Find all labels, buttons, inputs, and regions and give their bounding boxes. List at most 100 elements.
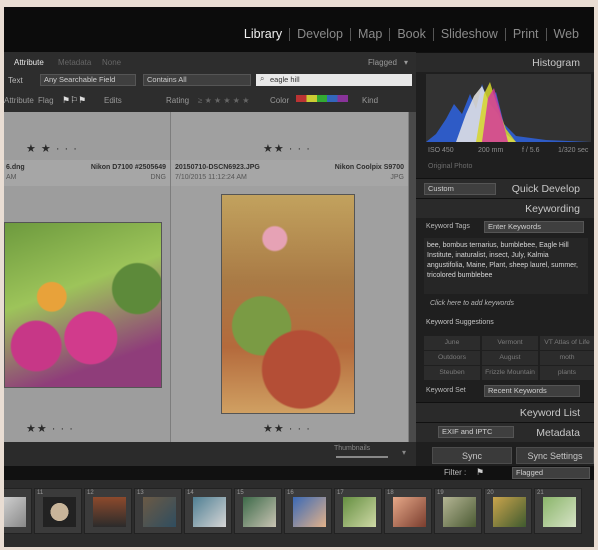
keyword-set-select[interactable]: Recent Keywords [484, 385, 580, 397]
metadata-preset-select[interactable]: EXIF and IPTC [438, 426, 514, 438]
filmstrip-filter-label: Filter : [444, 468, 467, 477]
text-filter-row: Text Any Searchable Field Contains All e… [4, 72, 416, 88]
sync-button[interactable]: Sync [432, 447, 512, 464]
filmstrip-thumb[interactable]: 17 [334, 488, 382, 534]
cell-date: 7/10/2015 11:12:24 AM [175, 174, 247, 181]
tab-attribute[interactable]: Attribute [14, 58, 44, 67]
keyword-suggestion[interactable]: Steuben [424, 366, 480, 380]
searchable-field-select[interactable]: Any Searchable Field [40, 74, 136, 86]
color-label-swatches[interactable] [296, 95, 348, 102]
keyword-suggestion[interactable]: Outdoors [424, 351, 480, 365]
cell-ext: DNG [150, 174, 166, 181]
filmstrip-thumb[interactable]: 16 [284, 488, 332, 534]
module-develop[interactable]: Develop [289, 28, 350, 41]
rating-stars-filter[interactable]: ≥ ★ ★ ★ ★ ★ [198, 96, 249, 105]
keyword-suggestion[interactable]: Vermont [482, 336, 538, 350]
quick-develop-title: Quick Develop [511, 183, 580, 195]
keyword-set-label: Keyword Set [426, 387, 466, 394]
keywording-title: Keywording [525, 203, 580, 215]
filter-tabs-row: Attribute Metadata None Flagged ▾ [4, 54, 416, 70]
attribute-filter-row: Attribute Flag ⚑⚐⚑ Edits Rating ≥ ★ ★ ★ … [4, 92, 416, 108]
text-filter-label: Text [8, 75, 23, 85]
grid-scrollbar[interactable] [409, 112, 416, 442]
module-map[interactable]: Map [350, 28, 389, 41]
keyword-suggestion[interactable]: Frizzle Mountain [482, 366, 538, 380]
grid-cell-right[interactable]: ★★ · · · 20150710-DSCN6923.JPG Nikon Coo… [171, 112, 409, 442]
filmstrip-thumb[interactable]: 15 [234, 488, 282, 534]
shutter-value: 1/320 sec [558, 147, 589, 154]
rating-stars-left[interactable]: ★★ · · · [26, 422, 74, 435]
keyword-suggestion[interactable]: June [424, 336, 480, 350]
flag-icons[interactable]: ⚑⚐⚑ [62, 95, 86, 106]
grid-cell-left[interactable]: 6.dng Nikon D7100 #2505649 AM DNG ★ ★ · … [4, 112, 171, 442]
module-slideshow[interactable]: Slideshow [432, 28, 505, 41]
module-library[interactable]: Library [237, 28, 289, 41]
rating-stars-top-right[interactable]: ★★ · · · [263, 142, 311, 155]
keyword-suggestion[interactable]: VT Atlas of Life [540, 336, 594, 350]
filmstrip-thumb[interactable]: 13 [134, 488, 182, 534]
sync-settings-button[interactable]: Sync Settings [516, 447, 594, 464]
cell-time: AM [6, 174, 17, 181]
thumbnail-size-slider[interactable] [336, 456, 388, 458]
search-input[interactable]: eagle hill [256, 74, 412, 86]
kind-label: Kind [362, 95, 379, 105]
keyword-suggestion[interactable]: plants [540, 366, 594, 380]
keywords-text-area[interactable]: bee, bombus ternarius, bumblebee, Eagle … [424, 238, 588, 294]
add-keywords-hint[interactable]: Click here to add keywords [430, 300, 514, 307]
module-picker: Library Develop Map Book Slideshow Print… [4, 7, 594, 52]
module-print[interactable]: Print [504, 28, 546, 41]
flag-label: Flag [38, 95, 54, 105]
keyword-tags-select[interactable]: Enter Keywords [484, 221, 584, 233]
rating-stars-right[interactable]: ★★ · · · [263, 422, 311, 435]
filmstrip-thumb[interactable]: 12 [84, 488, 132, 534]
filmstrip-filter-bar: Filter : ⚑ Flagged [4, 466, 594, 480]
cell-filename: 6.dng [6, 164, 25, 171]
quick-develop-preset-select[interactable]: Custom [424, 183, 496, 195]
lock-icon[interactable]: ▾ [404, 58, 408, 67]
cell-filename: 20150710-DSCN6923.JPG [175, 164, 260, 171]
cell-camera: Nikon Coolpix S9700 [334, 164, 404, 171]
focal-length-value: 200 mm [478, 147, 504, 154]
filter-preset-flagged[interactable]: Flagged [368, 58, 397, 67]
filmstrip-thumb[interactable]: 20 [484, 488, 532, 534]
right-panel: Histogram ISO 450 200 mm f / 5.6 1/320 s… [416, 52, 594, 466]
toolbar-menu-icon[interactable]: ▾ [402, 448, 406, 457]
plant-photo-thumbnail[interactable] [221, 194, 355, 414]
histogram-header[interactable]: Histogram [416, 52, 594, 72]
tab-none[interactable]: None [102, 58, 121, 67]
iso-value: ISO 450 [428, 147, 454, 154]
histogram-curve [426, 82, 591, 142]
bee-photo-thumbnail[interactable] [4, 222, 162, 388]
cell-camera: Nikon D7100 #2505649 [90, 164, 166, 171]
keyword-tags-label: Keyword Tags [426, 223, 470, 230]
flag-filter-icon[interactable]: ⚑ [476, 467, 484, 478]
histogram-title: Histogram [532, 57, 580, 69]
tab-metadata[interactable]: Metadata [58, 58, 91, 67]
module-web[interactable]: Web [545, 28, 586, 41]
filmstrip-filter-select[interactable]: Flagged [512, 467, 590, 479]
keywording-header[interactable]: Keywording [416, 198, 594, 218]
search-icon: ⌕ [260, 74, 265, 83]
filmstrip-thumb[interactable]: 19 [434, 488, 482, 534]
rating-stars-top-left[interactable]: ★ ★ · · · [26, 142, 78, 155]
filmstrip-thumb[interactable]: 21 [534, 488, 582, 534]
grid-toolbar: Thumbnails ▾ [4, 442, 416, 466]
attribute-label: Attribute [4, 95, 34, 105]
filmstrip-thumb[interactable]: 18 [384, 488, 432, 534]
keyword-suggestion[interactable]: moth [540, 351, 594, 365]
lightroom-window: Library Develop Map Book Slideshow Print… [4, 7, 594, 547]
library-filter-bar: Attribute Metadata None Flagged ▾ Text A… [4, 52, 416, 112]
module-book[interactable]: Book [389, 28, 433, 41]
keyword-suggestion[interactable]: August [482, 351, 538, 365]
filmstrip-thumb[interactable] [4, 488, 32, 534]
original-photo-label: Original Photo [428, 163, 473, 170]
rule-select[interactable]: Contains All [143, 74, 251, 86]
filmstrip: 11 12 13 14 15 16 17 18 19 20 21 [4, 480, 594, 547]
keyword-list-header[interactable]: Keyword List [416, 402, 594, 422]
edits-label: Edits [104, 95, 122, 105]
thumbnails-label: Thumbnails [334, 445, 371, 452]
filmstrip-thumb[interactable]: 11 [34, 488, 82, 534]
cell-header: 6.dng Nikon D7100 #2505649 AM DNG [4, 160, 170, 186]
color-label: Color [270, 95, 290, 105]
filmstrip-thumb[interactable]: 14 [184, 488, 232, 534]
